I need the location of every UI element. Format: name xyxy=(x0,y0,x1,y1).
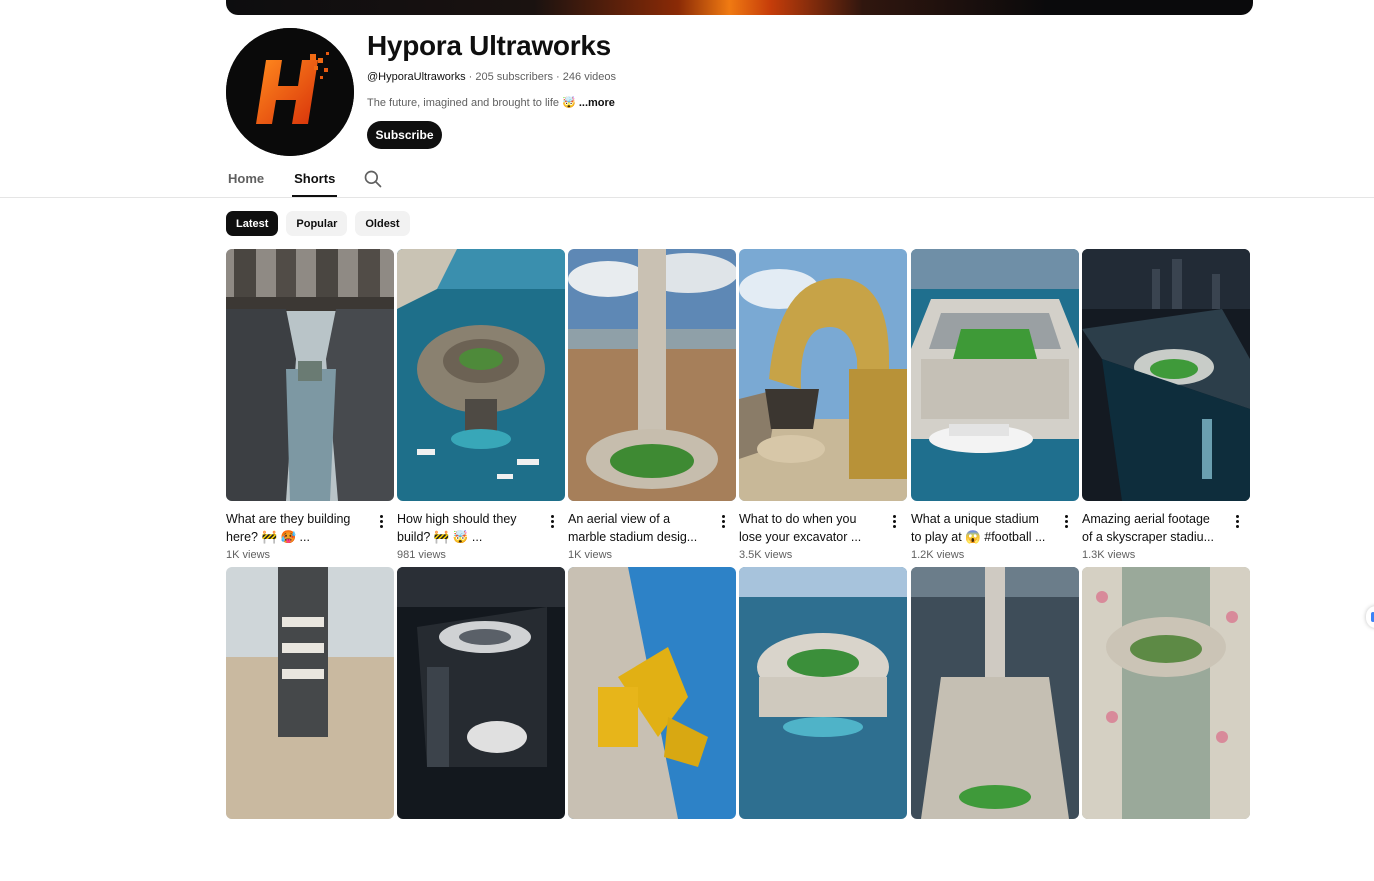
night-city-stadium-image xyxy=(397,567,565,819)
sort-chips: Latest Popular Oldest xyxy=(226,211,410,236)
short-title[interactable]: Amazing aerial footage of a skyscraper s… xyxy=(1082,510,1222,546)
chip-oldest[interactable]: Oldest xyxy=(355,211,410,236)
short-title[interactable]: What a unique stadium to play at 😱 #foot… xyxy=(911,510,1051,546)
cathedral-stadium-image xyxy=(911,567,1079,819)
tower-construction-image xyxy=(226,567,394,819)
subscribe-button[interactable]: Subscribe xyxy=(367,121,442,149)
side-panel-handle[interactable] xyxy=(1366,606,1374,628)
channel-handle: @HyporaUltraworks xyxy=(367,71,466,83)
island-stadium-image xyxy=(397,249,565,501)
short-thumbnail[interactable] xyxy=(397,567,565,819)
channel-tabs: Home Shorts xyxy=(226,166,383,197)
channel-banner xyxy=(226,0,1253,15)
short-card[interactable]: What are they building here? 🚧 🥵 ... 1K … xyxy=(226,249,394,563)
short-thumbnail[interactable] xyxy=(1082,567,1250,819)
description-text: The future, imagined and brought to life… xyxy=(367,97,579,109)
short-thumbnail[interactable] xyxy=(568,567,736,819)
floral-stadium-image xyxy=(1082,567,1250,819)
short-title[interactable]: How high should they build? 🚧 🤯 ... xyxy=(397,510,537,546)
short-card[interactable] xyxy=(226,567,394,881)
more-options-icon[interactable] xyxy=(1059,513,1073,533)
tabs-divider xyxy=(0,197,1374,198)
short-thumbnail[interactable] xyxy=(911,567,1079,819)
short-thumbnail[interactable] xyxy=(226,249,394,501)
canyon-construction-image xyxy=(226,249,394,501)
tab-home[interactable]: Home xyxy=(226,166,266,196)
channel-avatar[interactable] xyxy=(226,28,354,156)
short-card[interactable] xyxy=(911,567,1079,881)
more-link[interactable]: ...more xyxy=(579,97,615,109)
more-options-icon[interactable] xyxy=(1230,513,1244,533)
short-title[interactable]: What to do when you lose your excavator … xyxy=(739,510,879,546)
short-card[interactable]: What a unique stadium to play at 😱 #foot… xyxy=(911,249,1079,563)
short-title[interactable]: What are they building here? 🚧 🥵 ... xyxy=(226,510,366,546)
chip-popular[interactable]: Popular xyxy=(286,211,348,236)
short-thumbnail[interactable] xyxy=(568,249,736,501)
more-options-icon[interactable] xyxy=(374,513,388,533)
short-card[interactable]: How high should they build? 🚧 🤯 ... 981 … xyxy=(397,249,565,563)
tab-shorts[interactable]: Shorts xyxy=(292,166,338,197)
giant-excavator-image xyxy=(739,249,907,501)
hypora-logo-icon xyxy=(226,28,354,156)
short-thumbnail[interactable] xyxy=(397,249,565,501)
short-thumbnail[interactable] xyxy=(739,567,907,819)
sea-stadium-image xyxy=(911,249,1079,501)
short-views: 1K views xyxy=(568,549,613,561)
short-views: 1.3K views xyxy=(1082,549,1136,561)
more-options-icon[interactable] xyxy=(887,513,901,533)
short-thumbnail[interactable] xyxy=(1082,249,1250,501)
short-views: 1.2K views xyxy=(911,549,965,561)
short-views: 981 views xyxy=(397,549,446,561)
short-card[interactable] xyxy=(1082,567,1250,881)
chip-latest[interactable]: Latest xyxy=(226,211,279,236)
short-card[interactable] xyxy=(397,567,565,881)
cliff-excavator-image xyxy=(568,567,736,819)
marble-stadium-tower-image xyxy=(568,249,736,501)
search-icon[interactable] xyxy=(363,169,383,189)
short-views: 1K views xyxy=(226,549,271,561)
channel-stats: · 205 subscribers · 246 videos xyxy=(465,71,616,83)
channel-description[interactable]: The future, imagined and brought to life… xyxy=(367,96,615,109)
more-options-icon[interactable] xyxy=(716,513,730,533)
short-card[interactable] xyxy=(568,567,736,881)
channel-title: Hypora Ultraworks xyxy=(367,30,611,61)
short-card[interactable] xyxy=(739,567,907,881)
short-thumbnail[interactable] xyxy=(739,249,907,501)
short-thumbnail[interactable] xyxy=(911,249,1079,501)
channel-meta: @HyporaUltraworks · 205 subscribers · 24… xyxy=(367,71,616,83)
short-card[interactable]: An aerial view of a marble stadium desig… xyxy=(568,249,736,563)
short-title[interactable]: An aerial view of a marble stadium desig… xyxy=(568,510,708,546)
short-card[interactable]: What to do when you lose your excavator … xyxy=(739,249,907,563)
short-card[interactable]: Amazing aerial footage of a skyscraper s… xyxy=(1082,249,1250,563)
short-thumbnail[interactable] xyxy=(226,567,394,819)
coastal-stadium-image xyxy=(739,567,907,819)
short-views: 3.5K views xyxy=(739,549,793,561)
skyscraper-stadium-image xyxy=(1082,249,1250,501)
more-options-icon[interactable] xyxy=(545,513,559,533)
